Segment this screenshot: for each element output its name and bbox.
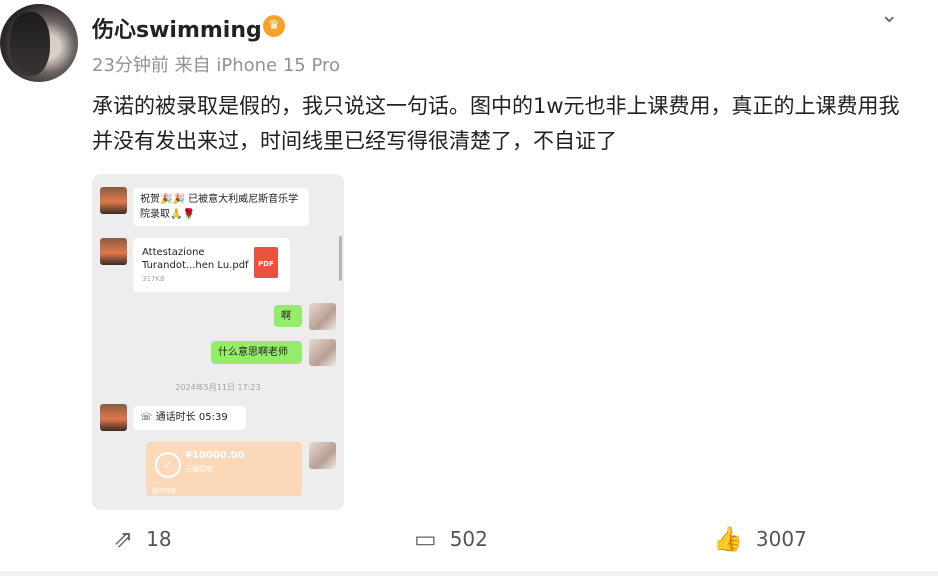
comment-count: 502 <box>449 527 488 551</box>
comment-button[interactable]: ▭ 502 <box>414 523 488 555</box>
phone-icon: ☏ <box>140 412 156 423</box>
chevron-down-icon[interactable]: ⌄ <box>880 3 898 28</box>
like-count: 3007 <box>755 527 807 551</box>
user-avatar[interactable] <box>0 4 78 82</box>
chat-timestamp: 2024年5月11日 17:23 <box>175 383 261 392</box>
pdf-icon: PDF <box>254 247 278 278</box>
like-button[interactable]: 👍 3007 <box>713 523 807 555</box>
sender-avatar <box>100 238 127 265</box>
file-attachment: Attestazione Turandot...hen Lu.pdf PDF <box>133 238 290 292</box>
sender-avatar <box>100 404 127 431</box>
share-button[interactable]: ⇗ 18 <box>113 523 172 555</box>
message-bubble: 啊 <box>274 305 302 327</box>
file-size: 317KB <box>142 275 165 283</box>
transfer-status: 已被接收 <box>185 465 213 473</box>
username[interactable]: 伤心swimming <box>92 12 262 44</box>
share-count: 18 <box>146 527 172 551</box>
file-name: Attestazione Turandot...hen Lu.pdf <box>142 247 249 271</box>
transfer-card: ✓ ¥10000.00 已被接收 微信转账 <box>146 442 302 496</box>
receiver-avatar <box>309 303 336 330</box>
check-circle-icon: ✓ <box>155 452 181 478</box>
post-meta: 23分钟前 来自 iPhone 15 Pro <box>92 55 341 76</box>
transfer-amount: ¥10000.00 <box>185 450 245 461</box>
vip-crown-icon: ♛ <box>263 15 285 37</box>
share-icon: ⇗ <box>113 525 134 553</box>
transfer-footer: 微信转账 <box>152 488 177 495</box>
message-bubble: 什么意思啊老师 <box>211 341 302 364</box>
receiver-avatar <box>309 339 336 366</box>
scrollbar <box>339 236 342 281</box>
message-bubble: 祝贺🎉🎉 已被意大利威尼斯音乐学院录取🙏🌹 <box>133 188 309 226</box>
post-text: 承诺的被录取是假的，我只说这一句话。图中的1w元也非上课费用，真正的上课费用我并… <box>92 94 900 153</box>
call-duration: 通话时长 05:39 <box>155 412 228 423</box>
comment-icon: ▭ <box>414 525 437 553</box>
receiver-avatar <box>309 442 336 469</box>
call-record: ☏ 通话时长 05:39 <box>133 406 246 430</box>
bottom-divider <box>0 571 938 576</box>
thumbs-up-icon: 👍 <box>713 525 743 553</box>
chat-screenshot-image[interactable]: 祝贺🎉🎉 已被意大利威尼斯音乐学院录取🙏🌹 Attestazione Turan… <box>92 174 344 510</box>
sender-avatar <box>100 187 127 214</box>
